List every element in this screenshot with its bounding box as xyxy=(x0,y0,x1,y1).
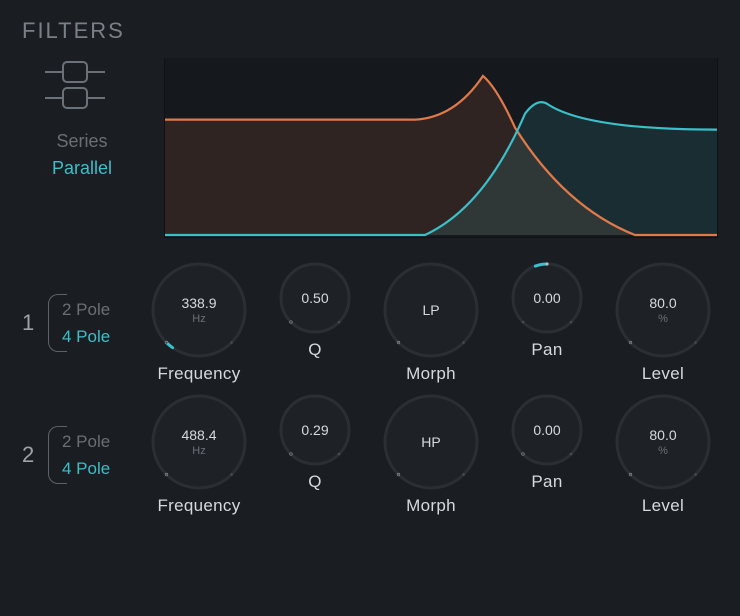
filter1-level-label: Level xyxy=(642,364,684,384)
filter1-frequency-label: Frequency xyxy=(157,364,240,384)
filter1-level-knob[interactable]: 80.0 % xyxy=(615,262,711,358)
filter1-pan-label: Pan xyxy=(531,340,562,360)
filter2-pan-label: Pan xyxy=(531,472,562,492)
filter2-frequency-knob[interactable]: 488.4 Hz xyxy=(151,394,247,490)
filter2-pan-knob[interactable]: 0.00 xyxy=(511,394,583,466)
routing-column: Series Parallel xyxy=(22,58,142,238)
filter-row-2: 2 2 Pole 4 Pole 488.4 Hz Frequency xyxy=(22,394,718,516)
pole-option-4pole[interactable]: 4 Pole xyxy=(62,323,136,350)
pole-select: 2 Pole 4 Pole xyxy=(48,290,136,356)
filter1-pan-knob[interactable]: 0.00 xyxy=(511,262,583,334)
filter2-morph-knob[interactable]: HP xyxy=(383,394,479,490)
filter2-q-knob[interactable]: 0.29 xyxy=(279,394,351,466)
filter2-frequency-label: Frequency xyxy=(157,496,240,516)
filter-row-1: 1 2 Pole 4 Pole 338.9 Hz Frequency xyxy=(22,262,718,384)
routing-option-parallel[interactable]: Parallel xyxy=(52,155,112,182)
filter2-morph-label: Morph xyxy=(406,496,456,516)
filter1-morph-knob[interactable]: LP xyxy=(383,262,479,358)
filter-index: 1 xyxy=(22,310,40,336)
routing-icon xyxy=(45,58,119,114)
filter1-q-label: Q xyxy=(308,340,322,360)
pole-select: 2 Pole 4 Pole xyxy=(48,422,136,488)
filter2-level-label: Level xyxy=(642,496,684,516)
pole-option-2pole[interactable]: 2 Pole xyxy=(62,296,136,323)
filter2-level-knob[interactable]: 80.0 % xyxy=(615,394,711,490)
filter-index: 2 xyxy=(22,442,40,468)
filter-response-graph[interactable] xyxy=(164,58,718,238)
filter2-q-label: Q xyxy=(308,472,322,492)
filter1-q-knob[interactable]: 0.50 xyxy=(279,262,351,334)
filter1-morph-label: Morph xyxy=(406,364,456,384)
pole-option-4pole[interactable]: 4 Pole xyxy=(62,455,136,482)
routing-option-series[interactable]: Series xyxy=(52,128,112,155)
section-title: FILTERS xyxy=(22,18,718,44)
pole-option-2pole[interactable]: 2 Pole xyxy=(62,428,136,455)
filter1-frequency-knob[interactable]: 338.9 Hz xyxy=(151,262,247,358)
